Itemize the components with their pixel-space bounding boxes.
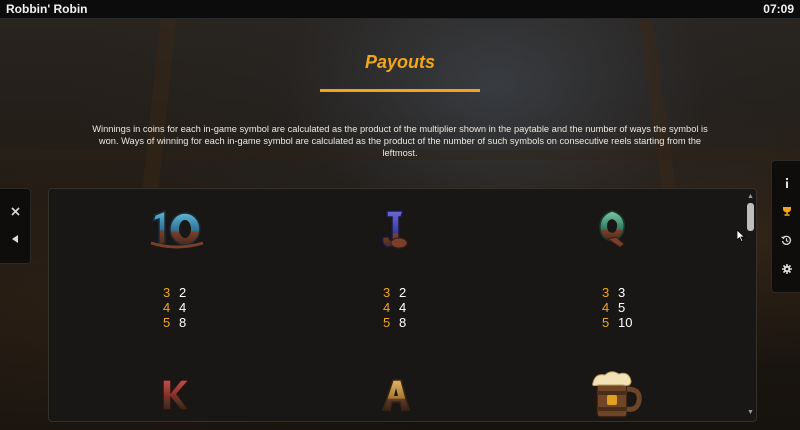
info-icon bbox=[785, 178, 788, 188]
symbol-J bbox=[377, 207, 413, 256]
payout-row: 5 10 bbox=[602, 315, 632, 330]
settings-button[interactable] bbox=[772, 259, 800, 279]
symbol-A bbox=[375, 374, 415, 421]
payout-value: 10 bbox=[618, 315, 633, 330]
trophy-button[interactable] bbox=[772, 201, 800, 221]
payout-value: 5 bbox=[618, 300, 626, 315]
symbol-K bbox=[157, 374, 193, 421]
game-title: Robbin' Robin bbox=[6, 2, 88, 16]
symbol-count: 4 bbox=[602, 300, 610, 315]
trophy-icon bbox=[782, 207, 791, 216]
mouse-cursor-icon bbox=[736, 229, 746, 247]
info-button[interactable] bbox=[772, 173, 800, 193]
payout-row: 32 bbox=[383, 285, 406, 300]
symbol-count: 3 bbox=[163, 285, 171, 300]
settings-icon bbox=[781, 264, 792, 274]
symbol-count: 3 bbox=[383, 285, 391, 300]
symbol-tankard bbox=[587, 369, 647, 421]
close-button[interactable] bbox=[0, 201, 30, 221]
payout-row: 44 bbox=[163, 300, 186, 315]
right-control-rail bbox=[771, 160, 800, 293]
scroll-up-icon[interactable]: ▲ bbox=[746, 193, 755, 201]
queen-symbol-icon bbox=[599, 210, 625, 248]
clock: 07:09 bbox=[763, 2, 794, 16]
payout-value: 4 bbox=[399, 300, 407, 315]
payout-value: 8 bbox=[399, 315, 407, 330]
payout-value: 3 bbox=[618, 285, 626, 300]
scroll-thumb[interactable] bbox=[747, 203, 754, 231]
jack-symbol-icon bbox=[381, 210, 408, 249]
payout-row: 32 bbox=[163, 285, 186, 300]
king-symbol-icon bbox=[162, 379, 191, 411]
beer-tankard-icon bbox=[592, 371, 642, 418]
left-control-rail bbox=[0, 188, 31, 264]
symbol-count: 5 bbox=[163, 315, 171, 330]
scrollbar[interactable]: ▲ ▼ bbox=[746, 193, 755, 417]
ace-symbol-icon bbox=[381, 379, 410, 411]
payout-value: 8 bbox=[179, 315, 187, 330]
title-bar: Robbin' Robin 07:09 bbox=[0, 0, 800, 19]
page-title: Payouts bbox=[364, 52, 436, 72]
ten-symbol-icon bbox=[150, 209, 204, 249]
history-button[interactable] bbox=[772, 230, 800, 250]
payout-row: 58 bbox=[383, 315, 406, 330]
symbol-count: 5 bbox=[383, 315, 391, 330]
paytable-panel[interactable]: 32 44 58 32 44 58 33 45 5 10 ▲ ▼ bbox=[48, 188, 757, 422]
back-arrow-icon bbox=[11, 235, 18, 243]
title-underline bbox=[320, 89, 480, 92]
payout-row: 45 bbox=[602, 300, 625, 315]
payout-description: Winnings in coins for each in-game symbo… bbox=[92, 124, 708, 158]
symbol-count: 4 bbox=[383, 300, 391, 315]
symbol-count: 5 bbox=[602, 315, 610, 330]
symbol-count: 3 bbox=[602, 285, 610, 300]
payout-value: 4 bbox=[179, 300, 187, 315]
symbol-count: 4 bbox=[163, 300, 171, 315]
payout-row: 58 bbox=[163, 315, 186, 330]
history-icon bbox=[781, 235, 792, 245]
payout-value: 2 bbox=[399, 285, 407, 300]
payout-row: 44 bbox=[383, 300, 406, 315]
back-button[interactable] bbox=[0, 229, 30, 249]
payout-value: 2 bbox=[179, 285, 187, 300]
payout-row: 33 bbox=[602, 285, 625, 300]
symbol-10 bbox=[149, 207, 205, 256]
symbol-Q bbox=[594, 207, 630, 256]
scroll-down-icon[interactable]: ▼ bbox=[746, 409, 755, 417]
close-icon bbox=[10, 206, 20, 216]
